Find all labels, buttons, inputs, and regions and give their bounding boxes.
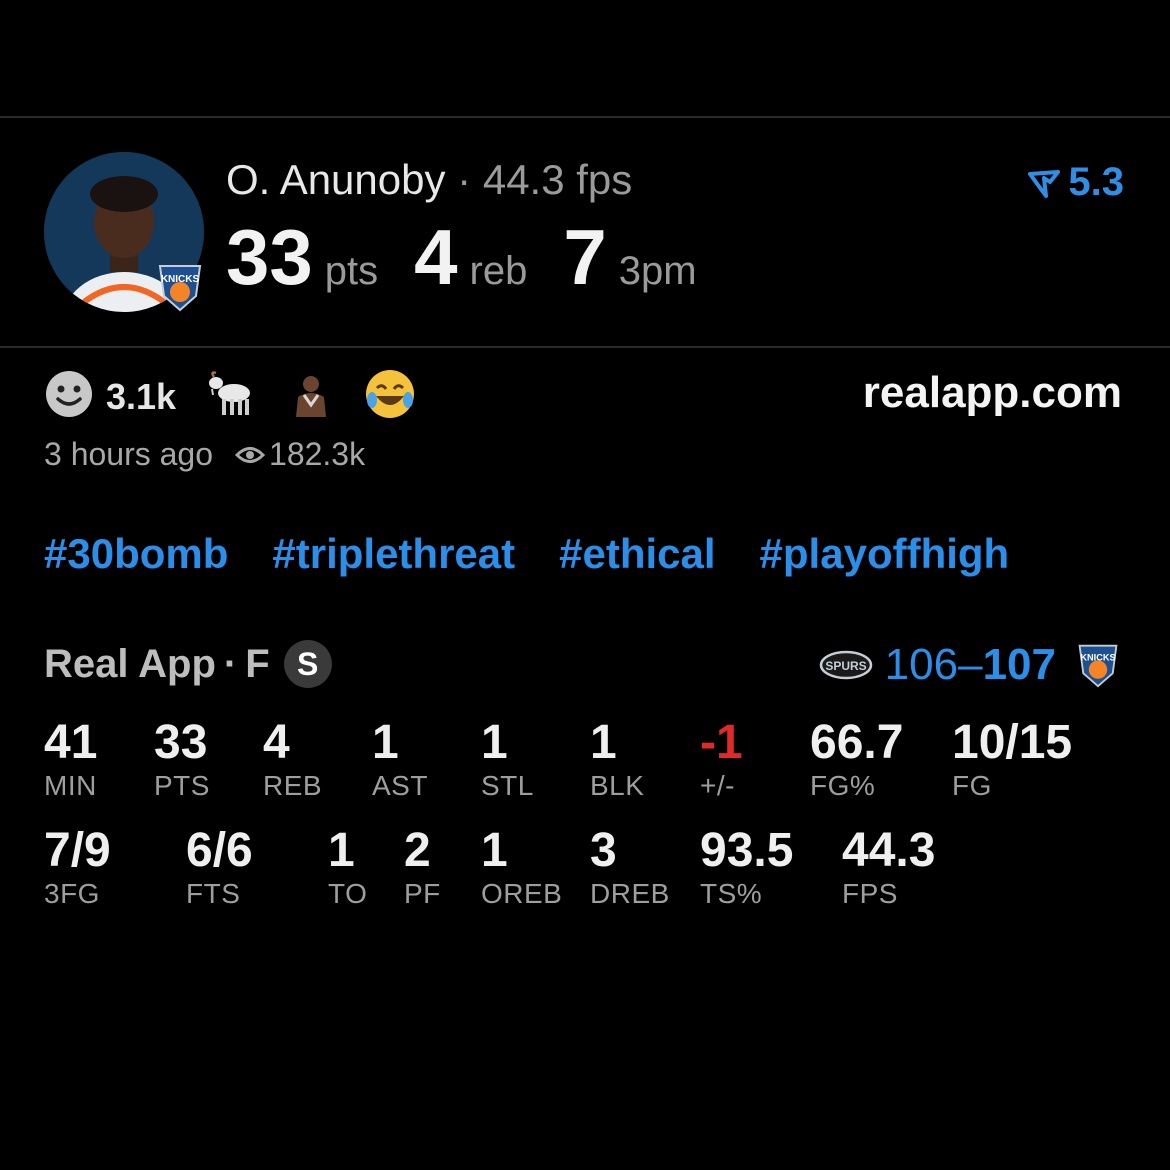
stat-label: STL — [481, 770, 534, 801]
stat-label: FG% — [810, 770, 876, 801]
game-status: F — [245, 641, 270, 686]
stat-value: 6/6 — [186, 824, 253, 877]
hashtag-list: #30bomb #triplethreat #ethical #playoffh… — [44, 530, 1053, 578]
svg-text:SPURS: SPURS — [825, 659, 866, 673]
box-stat-3fg: 7/9 3FG — [44, 824, 111, 910]
stat-label: TO — [328, 878, 368, 909]
reaction-count: 3.1k — [106, 375, 177, 417]
stat-value: 41 — [44, 716, 98, 769]
box-stat-fg: 10/15 FG — [952, 716, 1072, 802]
post-time: 3 hours ago — [44, 436, 214, 472]
stat-label: BLK — [590, 770, 645, 801]
name-separator: · — [457, 156, 472, 203]
player-fps: 44.3 fps — [482, 156, 633, 203]
box-stat-blk: 1 BLK — [590, 716, 644, 802]
player-name[interactable]: O. Anunoby — [226, 156, 446, 203]
home-score: 107 — [982, 640, 1056, 689]
box-stat-fg-pct: 66.7 FG% — [810, 716, 903, 802]
stat-label: AST — [372, 770, 428, 801]
stat-label: OREB — [481, 878, 563, 909]
game-score[interactable]: SPURS 106 – 107 KNICKS — [819, 640, 1124, 690]
box-stat-pts: 33 PTS — [154, 716, 210, 802]
view-count: 182.3k — [235, 436, 365, 473]
hashtag[interactable]: #triplethreat — [272, 530, 515, 578]
post-meta: 3 hours ago 182.3k — [44, 436, 365, 473]
stat-label: FPS — [842, 878, 898, 909]
rating-arrow-icon — [1028, 169, 1061, 198]
player-name-line[interactable]: O. Anunoby · 44.3 fps — [226, 156, 632, 204]
box-stat-plus-minus: -1 +/- — [700, 716, 743, 802]
goat-icon[interactable] — [206, 371, 258, 422]
svg-text:KNICKS: KNICKS — [161, 274, 200, 285]
hashtag[interactable]: #playoffhigh — [760, 530, 1010, 578]
smiley-icon[interactable] — [44, 369, 94, 424]
box-stat-ts-pct: 93.5 TS% — [700, 824, 793, 910]
stat-label: DREB — [590, 878, 670, 909]
stat-value: 1 — [590, 716, 617, 769]
view-count-value: 182.3k — [269, 436, 366, 472]
stat-value: 33 — [154, 716, 208, 769]
box-stat-fts: 6/6 FTS — [186, 824, 253, 910]
stat-label: FTS — [186, 878, 241, 909]
header-divider — [0, 346, 1170, 348]
player-statline: 33 pts 4 reb 7 3pm — [226, 212, 733, 303]
site-link[interactable]: realapp.com — [863, 368, 1122, 418]
box-stat-pf: 2 PF — [404, 824, 441, 910]
hashtag[interactable]: #30bomb — [44, 530, 228, 578]
stat-reb-unit: reb — [469, 249, 528, 293]
stat-value: 1 — [481, 824, 508, 877]
svg-text:KNICKS: KNICKS — [1080, 652, 1115, 662]
box-stat-ast: 1 AST — [372, 716, 428, 802]
away-score: 106 — [884, 640, 959, 689]
stat-value: 93.5 — [700, 824, 794, 877]
stat-label: PF — [404, 878, 441, 909]
box-stat-oreb: 1 OREB — [481, 824, 562, 910]
box-stat-reb: 4 REB — [263, 716, 322, 802]
stat-value: 66.7 — [810, 716, 904, 769]
knicks-logo-icon: KNICKS — [152, 262, 208, 312]
top-divider — [0, 116, 1170, 118]
stat-value: 4 — [263, 716, 290, 769]
stat-3pm-value: 7 — [563, 213, 607, 301]
s-badge-icon[interactable]: S — [283, 640, 332, 688]
stat-value: 7/9 — [44, 824, 111, 877]
stat-value: 2 — [404, 824, 431, 877]
box-stat-dreb: 3 DREB — [590, 824, 670, 910]
box-stat-stl: 1 STL — [481, 716, 534, 802]
box-stat-to: 1 TO — [328, 824, 367, 910]
stat-label: PTS — [154, 770, 210, 801]
source-separator: · — [223, 641, 238, 686]
stat-value: -1 — [700, 716, 743, 769]
stat-label: 3FG — [44, 878, 100, 909]
stat-value: 3 — [590, 824, 617, 877]
score-dash: – — [958, 640, 983, 689]
stat-value: 1 — [481, 716, 508, 769]
laughing-crying-icon[interactable] — [364, 368, 416, 425]
stat-label: +/- — [700, 770, 735, 801]
source-name: Real App — [44, 641, 216, 686]
stat-value: 1 — [328, 824, 355, 877]
knicks-logo-icon: KNICKS — [1078, 644, 1118, 688]
stat-pts-unit: pts — [324, 249, 379, 293]
stat-pts-value: 33 — [226, 213, 313, 301]
rating-value: 5.3 — [1068, 160, 1124, 204]
stat-label: MIN — [44, 770, 97, 801]
eye-icon — [235, 446, 266, 463]
stat-label: FG — [952, 770, 992, 801]
stat-value: 10/15 — [952, 716, 1073, 769]
stat-reb-value: 4 — [414, 213, 458, 301]
rating-button[interactable]: 5.3 — [1028, 160, 1124, 205]
spurs-logo-icon: SPURS — [819, 650, 872, 680]
player-reaction-icon[interactable] — [288, 371, 334, 422]
stat-label: TS% — [700, 878, 763, 909]
box-stat-fps: 44.3 FPS — [842, 824, 935, 910]
stat-value: 1 — [372, 716, 399, 769]
box-stat-min: 41 MIN — [44, 716, 97, 802]
game-source[interactable]: Real App · F S — [44, 640, 332, 688]
reactions-bar: 3.1k — [44, 368, 416, 425]
hashtag[interactable]: #ethical — [559, 530, 715, 578]
stat-3pm-unit: 3pm — [618, 249, 697, 293]
stat-value: 44.3 — [842, 824, 936, 877]
stat-label: REB — [263, 770, 323, 801]
